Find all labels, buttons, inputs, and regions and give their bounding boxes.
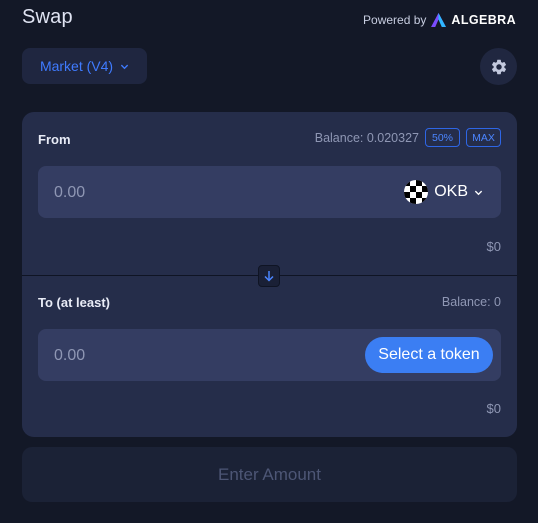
enter-amount-button[interactable]: Enter Amount (22, 447, 517, 502)
to-balance-row: Balance: 0 (442, 295, 501, 309)
gear-icon (491, 59, 506, 74)
brand-name: ALGEBRA (451, 13, 516, 27)
to-label: To (at least) (38, 295, 110, 310)
from-balance-row: Balance: 0.020327 50% MAX (315, 128, 501, 147)
powered-by: Powered by ALGEBRA (363, 13, 516, 27)
arrow-down-icon (264, 271, 274, 282)
from-amount-box: OKB (38, 166, 501, 220)
algebra-logo-icon (431, 13, 447, 27)
from-label: From (38, 132, 71, 147)
chevron-down-icon (120, 64, 129, 69)
page-title: Swap (22, 6, 73, 28)
to-balance: Balance: 0 (441, 295, 501, 309)
swap-card: From Balance: 0.020327 50% MAX 0.00 OKB … (22, 112, 517, 437)
to-amount-box: Select a token (38, 329, 501, 383)
from-usd-value: $0 (486, 239, 501, 254)
from-amount-input[interactable] (52, 166, 316, 220)
chevron-down-icon (474, 190, 483, 195)
okb-token-icon (404, 180, 429, 204)
swap-widget: Swap Powered by ALGEBRA Market (V4) From… (0, 0, 538, 523)
to-usd-value: $0 (486, 401, 501, 416)
select-token-button[interactable]: Select a token (365, 337, 493, 373)
to-amount-input[interactable] (52, 329, 316, 383)
max-balance-button[interactable]: MAX (466, 128, 501, 147)
from-token-symbol: OKB (434, 183, 468, 200)
market-version-dropdown[interactable]: Market (V4) (22, 48, 147, 84)
powered-by-label: Powered by (363, 13, 427, 27)
switch-direction-button[interactable] (258, 265, 280, 287)
from-balance: Balance: 0.020327 (314, 130, 419, 145)
market-version-label: Market (V4) (39, 58, 114, 74)
settings-button[interactable] (480, 48, 517, 85)
from-token-select[interactable]: OKB (404, 180, 483, 204)
half-balance-button[interactable]: 50% (425, 128, 460, 147)
